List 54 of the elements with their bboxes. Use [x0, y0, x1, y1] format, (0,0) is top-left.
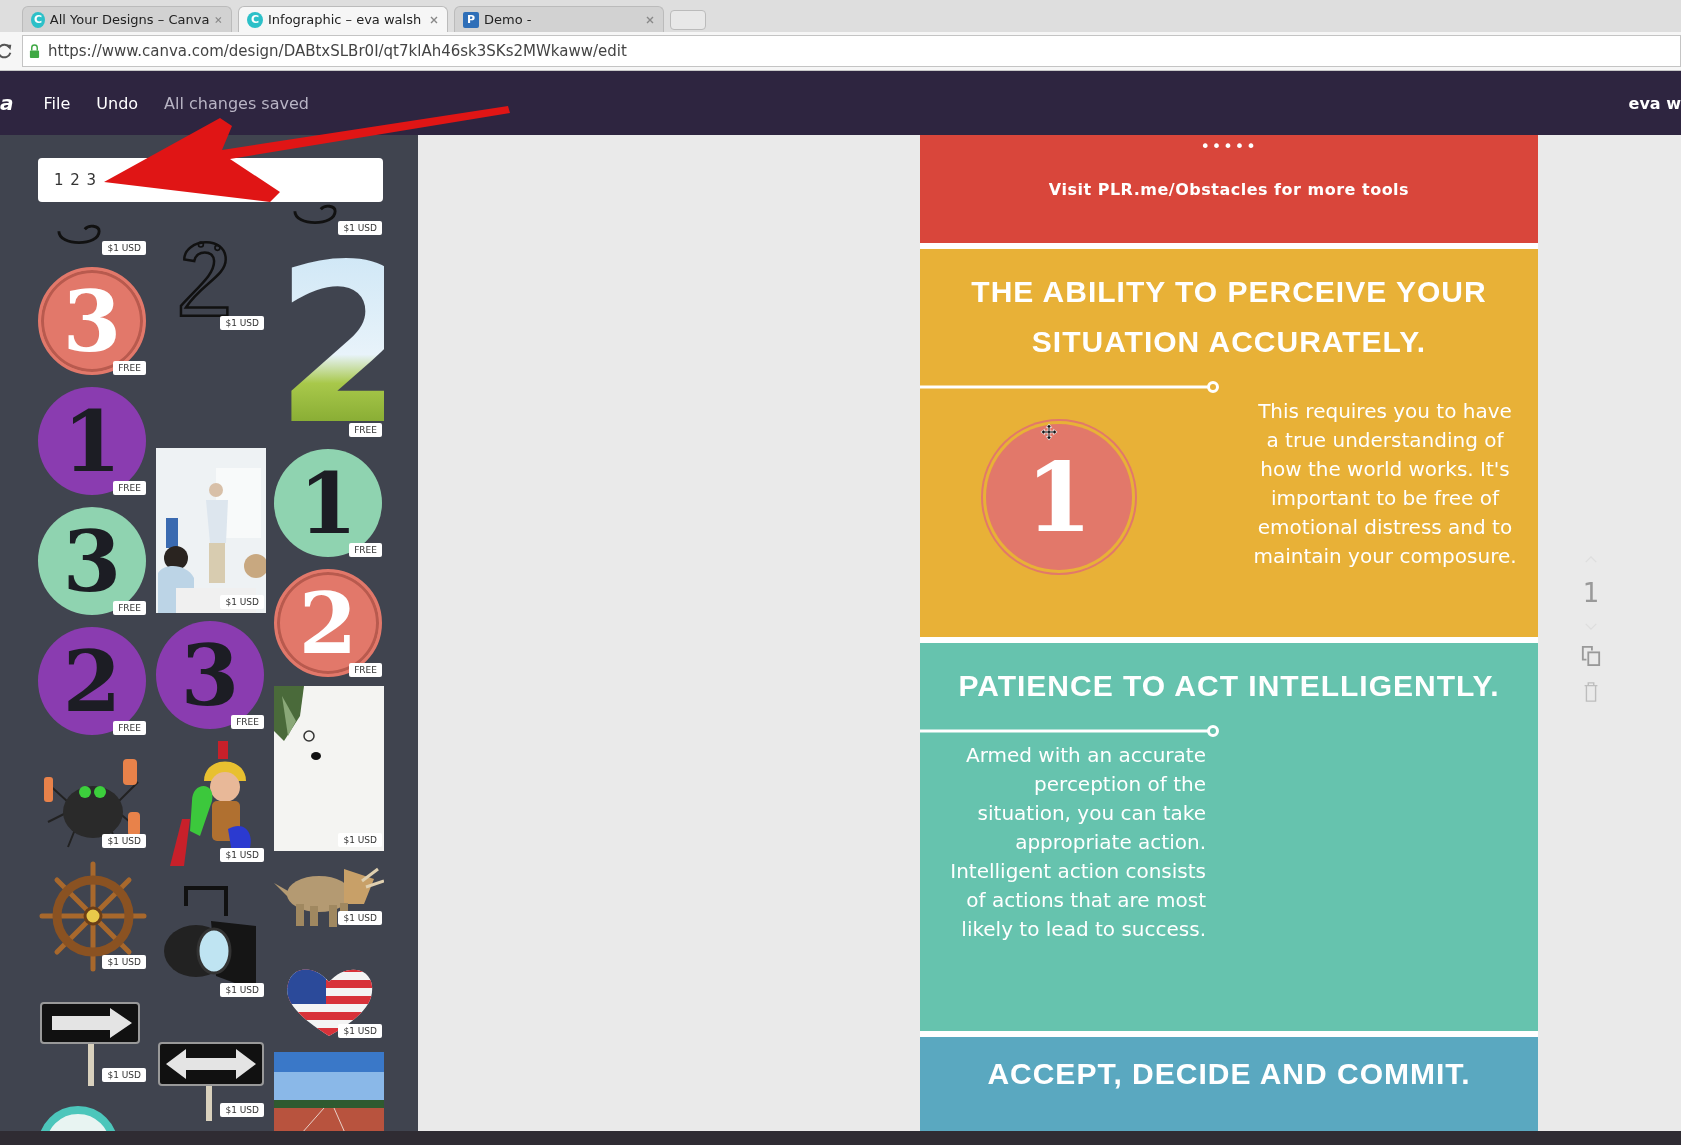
section-paragraph: This requires you to have a true understanding of how the world works. It's important to be free of emotional distress and to maintain your composure. [1252, 398, 1518, 570]
close-icon[interactable] [429, 14, 439, 25]
menu-item[interactable]: File [43, 93, 71, 113]
section-paragraph: Armed with an accurate perception of the situation, you can take appropriate action. Intelligent action consists of actions that are most likely to lead to success. [949, 742, 1206, 943]
price-tag: FREE [349, 423, 382, 437]
browser-tab[interactable]: C All Your Designs – Canva [22, 6, 232, 32]
close-icon[interactable] [214, 14, 223, 25]
price-tag: $1 USD [220, 848, 264, 862]
section-band[interactable] [920, 249, 1538, 637]
save-status: All changes saved [164, 93, 309, 113]
price-tag: $1 USD [102, 241, 146, 255]
price-tag: $1 USD [338, 221, 382, 235]
price-tag: $1 USD [220, 316, 264, 330]
user-name[interactable]: eva w [1628, 93, 1681, 113]
move-cursor-icon [1040, 423, 1058, 441]
price-tag: FREE [349, 663, 382, 677]
lock-icon [29, 43, 40, 59]
price-tag: $1 USD [102, 955, 146, 969]
price-tag: FREE [113, 361, 146, 375]
price-tag: $1 USD [220, 595, 264, 609]
price-tag: $1 USD [220, 983, 264, 997]
doodle-drawing[interactable] [292, 203, 338, 227]
doodle-drawing[interactable] [56, 223, 102, 247]
browser-tab[interactable]: P Demo - [454, 6, 664, 32]
price-tag: $1 USD [102, 1068, 146, 1082]
reload-icon[interactable] [0, 42, 14, 60]
price-tag: $1 USD [338, 833, 382, 847]
copy-icon[interactable] [1581, 645, 1601, 667]
ship-wheel-drawing[interactable] [38, 860, 148, 973]
price-tag: $1 USD [220, 1103, 264, 1117]
section-heading: ACCEPT, DECIDE AND COMMIT. [986, 1056, 1472, 1092]
price-tag: FREE [113, 601, 146, 615]
browser-tab[interactable]: C Infographic – eva walsh [238, 6, 448, 32]
price-tag: FREE [349, 543, 382, 557]
menu-item[interactable]: Undo [96, 93, 139, 113]
close-icon[interactable] [645, 14, 655, 25]
price-tag: $1 USD [338, 911, 382, 925]
price-tag: $1 USD [338, 1024, 382, 1038]
price-tag: $1 USD [102, 834, 146, 848]
section-heading: THE ABILITY TO PERCEIVE YOUR SITUATION ACCURATELY. [970, 274, 1488, 360]
price-tag: FREE [113, 721, 146, 735]
favicon-icon: C [31, 11, 45, 28]
favicon-icon: C [247, 11, 263, 28]
price-tag: FREE [113, 481, 146, 495]
section-heading: PATIENCE TO ACT INTELLIGENTLY. [957, 668, 1501, 704]
footer-text: Visit PLR.me/Obstacles for more tools [1048, 180, 1410, 199]
footer-band[interactable]: ••••• Visit PLR.me/Obstacles for more tools [920, 135, 1538, 243]
two-way-sign-drawing[interactable] [156, 1041, 266, 1121]
price-tag: FREE [231, 715, 264, 729]
page-number: 1 [1582, 578, 1600, 608]
dots-text: ••••• [1200, 137, 1258, 156]
logo[interactable]: a [0, 91, 14, 115]
address-bar[interactable]: https://www.canva.com/design/DABtxSLBr0I/qt7klAh46sk3SKs2MWkaww/edit [22, 35, 1681, 67]
favicon-icon: P [463, 11, 479, 28]
